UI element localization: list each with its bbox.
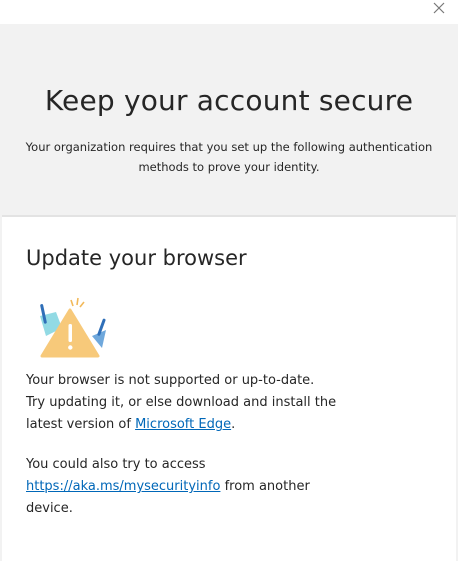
unsupported-browser-message: Your browser is not supported or up-to-d… bbox=[26, 370, 432, 436]
card-heading: Update your browser bbox=[26, 246, 247, 270]
message-line-1: Your browser is not supported or up-to-d… bbox=[26, 373, 315, 388]
content-card: Update your browser Your browser is not … bbox=[2, 215, 456, 561]
header: Keep your account secure Your organizati… bbox=[0, 84, 458, 177]
mysecurityinfo-link[interactable]: https://aka.ms/mysecurityinfo bbox=[26, 479, 220, 494]
subtitle-line-2: methods to prove your identity. bbox=[138, 160, 320, 174]
microsoft-edge-link[interactable]: Microsoft Edge bbox=[135, 417, 231, 432]
message-line-2: Try updating it, or else download and in… bbox=[26, 395, 337, 410]
page-title: Keep your account secure bbox=[44, 84, 414, 117]
page-subtitle: Your organization requires that you set … bbox=[4, 137, 454, 177]
close-icon[interactable] bbox=[433, 2, 445, 14]
close-button[interactable] bbox=[428, 0, 450, 16]
alternate-access-message: You could also try to access https://aka… bbox=[26, 454, 432, 520]
alt-message-line-3: device. bbox=[26, 501, 73, 516]
title-bar bbox=[0, 0, 458, 24]
alt-message-line-2-suffix: from another bbox=[220, 479, 310, 494]
dialog-window: Keep your account secure Your organizati… bbox=[0, 0, 458, 561]
message-line-3-prefix: latest version of bbox=[26, 417, 136, 432]
warning-illustration-icon bbox=[26, 296, 116, 364]
subtitle-line-1: Your organization requires that you set … bbox=[25, 140, 433, 154]
message-line-3-suffix: . bbox=[231, 417, 236, 432]
alt-message-line-1: You could also try to access bbox=[26, 457, 206, 472]
